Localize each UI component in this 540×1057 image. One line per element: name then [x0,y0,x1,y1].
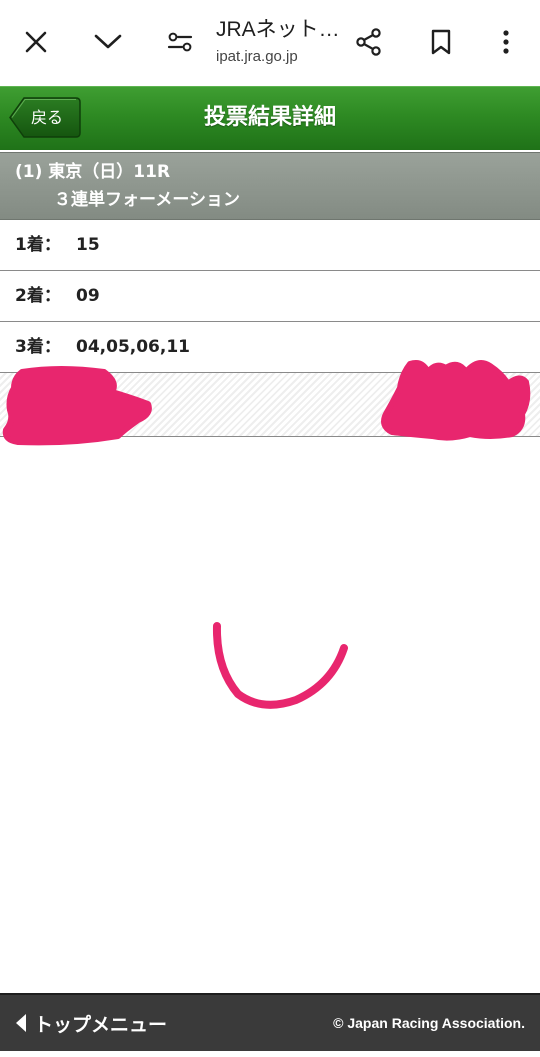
more-vert-icon[interactable] [486,22,526,62]
top-menu-label: トップメニュー [34,1013,168,1036]
result-value: 04,05,06,11 [76,337,191,357]
top-menu-link[interactable]: トップメニュー [14,995,167,1051]
page-header: 戻る 投票結果詳細 [0,86,540,150]
browser-url: ipat.jra.go.jp [216,48,298,65]
chevron-down-icon[interactable] [88,22,128,62]
race-info-bar: (1) 東京（日）11R ３連単フォーメーション [0,152,540,220]
page-title-area[interactable]: JRAネット… ipat.jra.go.jp [216,17,346,67]
triangle-left-icon [16,1014,26,1032]
result-value: 15 [76,235,100,255]
result-row-3rd: 3着： 04,05,06,11 [0,322,540,373]
result-label: 1着： [15,235,61,255]
browser-toolbar: JRAネット… ipat.jra.go.jp [0,0,540,86]
result-row-1st: 1着： 15 [0,220,540,271]
page-title: 投票結果詳細 [203,105,336,130]
result-value: 09 [76,286,100,306]
footer-bar: トップメニュー © Japan Racing Association. [0,993,540,1051]
race-name: (1) 東京（日）11R [15,162,171,182]
result-label: 3着： [15,337,61,357]
result-row-2nd: 2着： 09 [0,271,540,322]
bottom-strip [0,1051,540,1057]
result-label: 2着： [15,286,61,306]
scribble-smile [212,622,348,709]
share-icon[interactable] [349,22,389,62]
close-icon[interactable] [16,22,56,62]
bet-type: ３連単フォーメーション [54,190,240,210]
page-settings-icon[interactable] [160,22,200,62]
amount-row [0,373,540,437]
copyright-text: © Japan Racing Association. [333,1015,525,1031]
bookmark-icon[interactable] [421,22,461,62]
browser-page-title: JRAネット… [216,18,340,41]
